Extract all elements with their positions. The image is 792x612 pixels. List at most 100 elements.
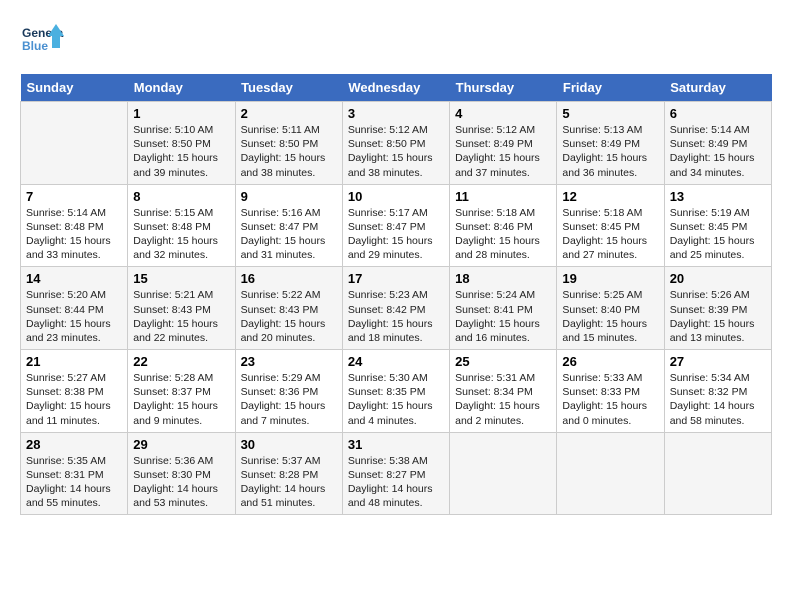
day-cell: 13 Sunrise: 5:19 AMSunset: 8:45 PMDaylig… [664,184,771,267]
day-cell: 5 Sunrise: 5:13 AMSunset: 8:49 PMDayligh… [557,102,664,185]
day-cell: 9 Sunrise: 5:16 AMSunset: 8:47 PMDayligh… [235,184,342,267]
day-cell: 10 Sunrise: 5:17 AMSunset: 8:47 PMDaylig… [342,184,449,267]
day-cell: 14 Sunrise: 5:20 AMSunset: 8:44 PMDaylig… [21,267,128,350]
day-cell: 28 Sunrise: 5:35 AMSunset: 8:31 PMDaylig… [21,432,128,515]
day-info: Sunrise: 5:15 AMSunset: 8:48 PMDaylight:… [133,206,229,263]
day-number: 19 [562,271,658,286]
day-number: 6 [670,106,766,121]
column-header-sunday: Sunday [21,74,128,102]
day-cell: 19 Sunrise: 5:25 AMSunset: 8:40 PMDaylig… [557,267,664,350]
day-info: Sunrise: 5:26 AMSunset: 8:39 PMDaylight:… [670,288,766,345]
day-number: 9 [241,189,337,204]
logo-svg: General Blue [20,20,64,64]
day-cell: 26 Sunrise: 5:33 AMSunset: 8:33 PMDaylig… [557,350,664,433]
day-info: Sunrise: 5:28 AMSunset: 8:37 PMDaylight:… [133,371,229,428]
day-number: 7 [26,189,122,204]
day-info: Sunrise: 5:36 AMSunset: 8:30 PMDaylight:… [133,454,229,511]
calendar-table: SundayMondayTuesdayWednesdayThursdayFrid… [20,74,772,515]
day-info: Sunrise: 5:14 AMSunset: 8:48 PMDaylight:… [26,206,122,263]
column-header-wednesday: Wednesday [342,74,449,102]
day-cell: 4 Sunrise: 5:12 AMSunset: 8:49 PMDayligh… [450,102,557,185]
day-number: 15 [133,271,229,286]
day-cell: 22 Sunrise: 5:28 AMSunset: 8:37 PMDaylig… [128,350,235,433]
day-number: 3 [348,106,444,121]
day-info: Sunrise: 5:27 AMSunset: 8:38 PMDaylight:… [26,371,122,428]
day-info: Sunrise: 5:21 AMSunset: 8:43 PMDaylight:… [133,288,229,345]
day-number: 2 [241,106,337,121]
week-row-4: 21 Sunrise: 5:27 AMSunset: 8:38 PMDaylig… [21,350,772,433]
day-number: 28 [26,437,122,452]
column-header-tuesday: Tuesday [235,74,342,102]
day-cell [664,432,771,515]
day-info: Sunrise: 5:17 AMSunset: 8:47 PMDaylight:… [348,206,444,263]
day-cell: 7 Sunrise: 5:14 AMSunset: 8:48 PMDayligh… [21,184,128,267]
day-number: 4 [455,106,551,121]
day-info: Sunrise: 5:16 AMSunset: 8:47 PMDaylight:… [241,206,337,263]
header-row: SundayMondayTuesdayWednesdayThursdayFrid… [21,74,772,102]
day-info: Sunrise: 5:12 AMSunset: 8:49 PMDaylight:… [455,123,551,180]
day-info: Sunrise: 5:38 AMSunset: 8:27 PMDaylight:… [348,454,444,511]
day-cell: 21 Sunrise: 5:27 AMSunset: 8:38 PMDaylig… [21,350,128,433]
week-row-3: 14 Sunrise: 5:20 AMSunset: 8:44 PMDaylig… [21,267,772,350]
day-cell: 23 Sunrise: 5:29 AMSunset: 8:36 PMDaylig… [235,350,342,433]
day-info: Sunrise: 5:35 AMSunset: 8:31 PMDaylight:… [26,454,122,511]
day-cell: 8 Sunrise: 5:15 AMSunset: 8:48 PMDayligh… [128,184,235,267]
day-number: 12 [562,189,658,204]
day-info: Sunrise: 5:31 AMSunset: 8:34 PMDaylight:… [455,371,551,428]
day-cell: 2 Sunrise: 5:11 AMSunset: 8:50 PMDayligh… [235,102,342,185]
day-number: 23 [241,354,337,369]
day-number: 30 [241,437,337,452]
day-number: 27 [670,354,766,369]
day-info: Sunrise: 5:10 AMSunset: 8:50 PMDaylight:… [133,123,229,180]
day-info: Sunrise: 5:25 AMSunset: 8:40 PMDaylight:… [562,288,658,345]
day-info: Sunrise: 5:13 AMSunset: 8:49 PMDaylight:… [562,123,658,180]
day-info: Sunrise: 5:18 AMSunset: 8:45 PMDaylight:… [562,206,658,263]
day-number: 29 [133,437,229,452]
day-info: Sunrise: 5:14 AMSunset: 8:49 PMDaylight:… [670,123,766,180]
day-cell: 12 Sunrise: 5:18 AMSunset: 8:45 PMDaylig… [557,184,664,267]
page-header: General Blue [20,20,772,64]
day-number: 8 [133,189,229,204]
column-header-friday: Friday [557,74,664,102]
day-cell: 1 Sunrise: 5:10 AMSunset: 8:50 PMDayligh… [128,102,235,185]
day-cell: 24 Sunrise: 5:30 AMSunset: 8:35 PMDaylig… [342,350,449,433]
day-info: Sunrise: 5:29 AMSunset: 8:36 PMDaylight:… [241,371,337,428]
day-info: Sunrise: 5:30 AMSunset: 8:35 PMDaylight:… [348,371,444,428]
day-cell: 20 Sunrise: 5:26 AMSunset: 8:39 PMDaylig… [664,267,771,350]
day-cell: 31 Sunrise: 5:38 AMSunset: 8:27 PMDaylig… [342,432,449,515]
day-number: 11 [455,189,551,204]
week-row-2: 7 Sunrise: 5:14 AMSunset: 8:48 PMDayligh… [21,184,772,267]
day-cell [21,102,128,185]
day-cell: 29 Sunrise: 5:36 AMSunset: 8:30 PMDaylig… [128,432,235,515]
day-cell: 25 Sunrise: 5:31 AMSunset: 8:34 PMDaylig… [450,350,557,433]
day-cell [557,432,664,515]
day-cell: 3 Sunrise: 5:12 AMSunset: 8:50 PMDayligh… [342,102,449,185]
day-cell: 6 Sunrise: 5:14 AMSunset: 8:49 PMDayligh… [664,102,771,185]
day-info: Sunrise: 5:33 AMSunset: 8:33 PMDaylight:… [562,371,658,428]
column-header-saturday: Saturday [664,74,771,102]
column-header-monday: Monday [128,74,235,102]
week-row-5: 28 Sunrise: 5:35 AMSunset: 8:31 PMDaylig… [21,432,772,515]
day-cell: 17 Sunrise: 5:23 AMSunset: 8:42 PMDaylig… [342,267,449,350]
day-cell: 15 Sunrise: 5:21 AMSunset: 8:43 PMDaylig… [128,267,235,350]
day-info: Sunrise: 5:18 AMSunset: 8:46 PMDaylight:… [455,206,551,263]
day-info: Sunrise: 5:11 AMSunset: 8:50 PMDaylight:… [241,123,337,180]
day-info: Sunrise: 5:19 AMSunset: 8:45 PMDaylight:… [670,206,766,263]
day-number: 18 [455,271,551,286]
day-number: 25 [455,354,551,369]
day-cell: 11 Sunrise: 5:18 AMSunset: 8:46 PMDaylig… [450,184,557,267]
day-cell: 30 Sunrise: 5:37 AMSunset: 8:28 PMDaylig… [235,432,342,515]
day-cell: 27 Sunrise: 5:34 AMSunset: 8:32 PMDaylig… [664,350,771,433]
day-cell [450,432,557,515]
day-number: 10 [348,189,444,204]
svg-text:Blue: Blue [22,39,48,53]
day-info: Sunrise: 5:20 AMSunset: 8:44 PMDaylight:… [26,288,122,345]
day-number: 26 [562,354,658,369]
day-number: 21 [26,354,122,369]
day-info: Sunrise: 5:24 AMSunset: 8:41 PMDaylight:… [455,288,551,345]
day-number: 14 [26,271,122,286]
day-info: Sunrise: 5:34 AMSunset: 8:32 PMDaylight:… [670,371,766,428]
day-cell: 18 Sunrise: 5:24 AMSunset: 8:41 PMDaylig… [450,267,557,350]
week-row-1: 1 Sunrise: 5:10 AMSunset: 8:50 PMDayligh… [21,102,772,185]
day-number: 31 [348,437,444,452]
